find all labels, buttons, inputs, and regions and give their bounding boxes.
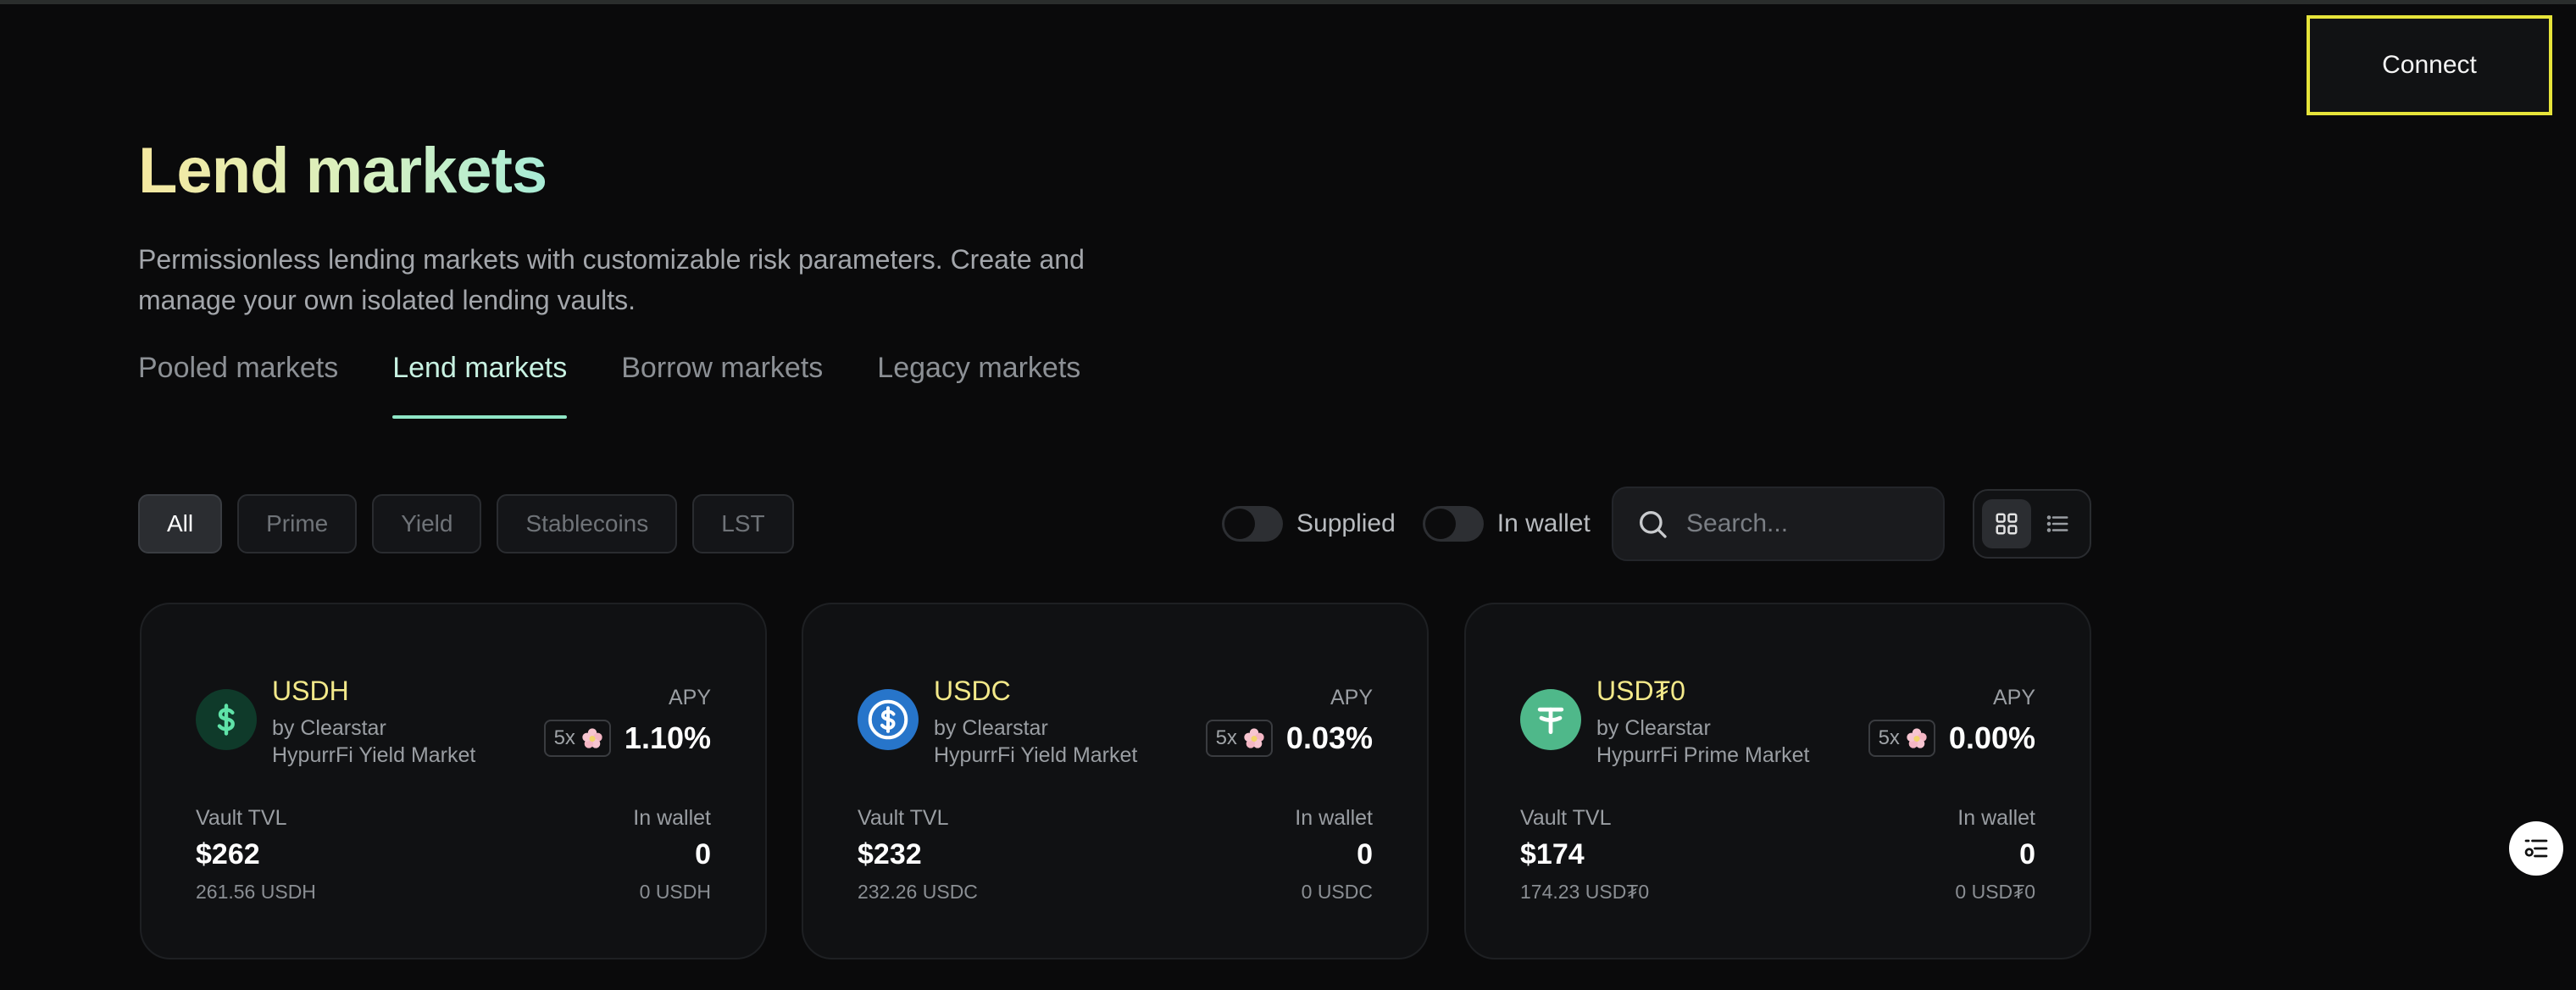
- curator-name: by Clearstar: [934, 716, 1048, 740]
- top-border: [0, 0, 2576, 4]
- apy-value: 1.10%: [624, 720, 711, 755]
- market-card-usdc[interactable]: USDC by Clearstar HypurrFi Yield Market …: [802, 603, 1429, 959]
- apy-value: 0.03%: [1285, 720, 1373, 755]
- filter-stablecoins[interactable]: Stablecoins: [497, 494, 678, 553]
- curator-info: by Clearstar HypurrFi Prime Market: [1596, 715, 1809, 769]
- apy-label: APY: [1992, 686, 2035, 709]
- usdh-coin-icon: [196, 689, 257, 750]
- tvl-value: $262: [196, 838, 260, 870]
- tvl-amount: 174.23 USD₮0: [1520, 881, 1650, 903]
- asset-name: USDC: [934, 676, 1011, 706]
- apy-row: 5x 0.00%: [1868, 720, 2035, 757]
- market-card-usdh[interactable]: USDH by Clearstar HypurrFi Yield Market …: [140, 603, 767, 959]
- supplied-switch[interactable]: [1222, 506, 1283, 542]
- connect-button[interactable]: Connect: [2310, 19, 2549, 112]
- view-mode-switch: [1973, 489, 2091, 559]
- tvl-amount: 261.56 USDH: [196, 881, 316, 903]
- apy-row: 5x 0.03%: [1205, 720, 1373, 757]
- wallet-value: 0: [1357, 838, 1373, 870]
- tvl-amount: 232.26 USDC: [858, 881, 978, 903]
- list-view-button[interactable]: [2033, 499, 2082, 548]
- category-filters: All Prime Yield Stablecoins LST: [138, 494, 794, 553]
- search-box[interactable]: [1612, 487, 1945, 561]
- search-input[interactable]: [1686, 509, 1932, 538]
- curator-info: by Clearstar HypurrFi Yield Market: [934, 715, 1137, 769]
- search-icon: [1640, 511, 1667, 538]
- wallet-label: In wallet: [1957, 806, 2035, 830]
- flower-icon: [1244, 728, 1264, 748]
- asset-name: USDH: [272, 676, 349, 706]
- usdc-coin-icon: [858, 689, 919, 750]
- filter-prime[interactable]: Prime: [237, 494, 358, 553]
- points-boost-badge: 5x: [543, 720, 611, 757]
- toggle-group: Supplied In wallet: [1222, 498, 1618, 550]
- points-boost-badge: 5x: [1205, 720, 1273, 757]
- tab-pooled-markets[interactable]: Pooled markets: [138, 348, 338, 419]
- curator-info: by Clearstar HypurrFi Yield Market: [272, 715, 475, 769]
- wallet-amount: 0 USDC: [1301, 881, 1373, 903]
- in-wallet-switch[interactable]: [1422, 506, 1484, 542]
- in-wallet-toggle[interactable]: In wallet: [1422, 506, 1591, 542]
- market-name: HypurrFi Yield Market: [934, 743, 1138, 767]
- boost-multiplier: 5x: [1215, 726, 1237, 749]
- market-name: HypurrFi Yield Market: [272, 743, 476, 767]
- tvl-value: $232: [858, 838, 922, 870]
- page-subtitle: Permissionless lending markets with cust…: [138, 244, 1085, 315]
- tvl-label: Vault TVL: [196, 806, 287, 830]
- filter-settings-icon: [2524, 839, 2548, 858]
- filter-lst[interactable]: LST: [692, 494, 794, 553]
- flower-icon: [1907, 728, 1927, 748]
- tab-legacy-markets[interactable]: Legacy markets: [877, 348, 1080, 419]
- tvl-label: Vault TVL: [1520, 806, 1612, 830]
- apy-label: APY: [668, 686, 711, 709]
- filter-all[interactable]: All: [138, 494, 223, 553]
- wallet-value: 0: [2019, 838, 2035, 870]
- apy-label: APY: [1330, 686, 1373, 709]
- points-boost-badge: 5x: [1868, 720, 1935, 757]
- wallet-amount: 0 USDH: [639, 881, 711, 903]
- supplied-label: Supplied: [1296, 509, 1396, 537]
- in-wallet-label: In wallet: [1496, 509, 1591, 537]
- market-card-usdt0[interactable]: USD₮0 by Clearstar HypurrFi Prime Market…: [1464, 603, 2091, 959]
- boost-multiplier: 5x: [1878, 726, 1900, 749]
- flower-icon: [582, 728, 602, 748]
- wallet-amount: 0 USD₮0: [1955, 881, 2035, 903]
- apy-value: 0.00%: [1948, 720, 2035, 755]
- tvl-value: $174: [1520, 838, 1585, 870]
- wallet-value: 0: [695, 838, 711, 870]
- filter-yield[interactable]: Yield: [372, 494, 482, 553]
- supplied-toggle[interactable]: Supplied: [1222, 506, 1396, 542]
- grid-view-icon: [1996, 513, 2018, 535]
- tab-lend-markets[interactable]: Lend markets: [392, 348, 568, 419]
- curator-name: by Clearstar: [272, 716, 386, 740]
- grid-view-button[interactable]: [1982, 499, 2031, 548]
- wallet-label: In wallet: [633, 806, 711, 830]
- wallet-label: In wallet: [1295, 806, 1373, 830]
- connect-highlight: Connect: [2307, 15, 2552, 115]
- market-name: HypurrFi Prime Market: [1596, 743, 1810, 767]
- market-tabs: Pooled markets Lend markets Borrow marke…: [138, 348, 1135, 419]
- usdt0-coin-icon: [1520, 689, 1581, 750]
- asset-name: USD₮0: [1596, 676, 1685, 706]
- settings-panel-button[interactable]: [2509, 821, 2563, 876]
- page-title: Lend markets: [138, 135, 547, 207]
- apy-row: 5x 1.10%: [543, 720, 711, 757]
- list-view-icon: [2046, 515, 2068, 532]
- tab-borrow-markets[interactable]: Borrow markets: [621, 348, 823, 419]
- tvl-label: Vault TVL: [858, 806, 949, 830]
- boost-multiplier: 5x: [553, 726, 575, 749]
- curator-name: by Clearstar: [1596, 716, 1711, 740]
